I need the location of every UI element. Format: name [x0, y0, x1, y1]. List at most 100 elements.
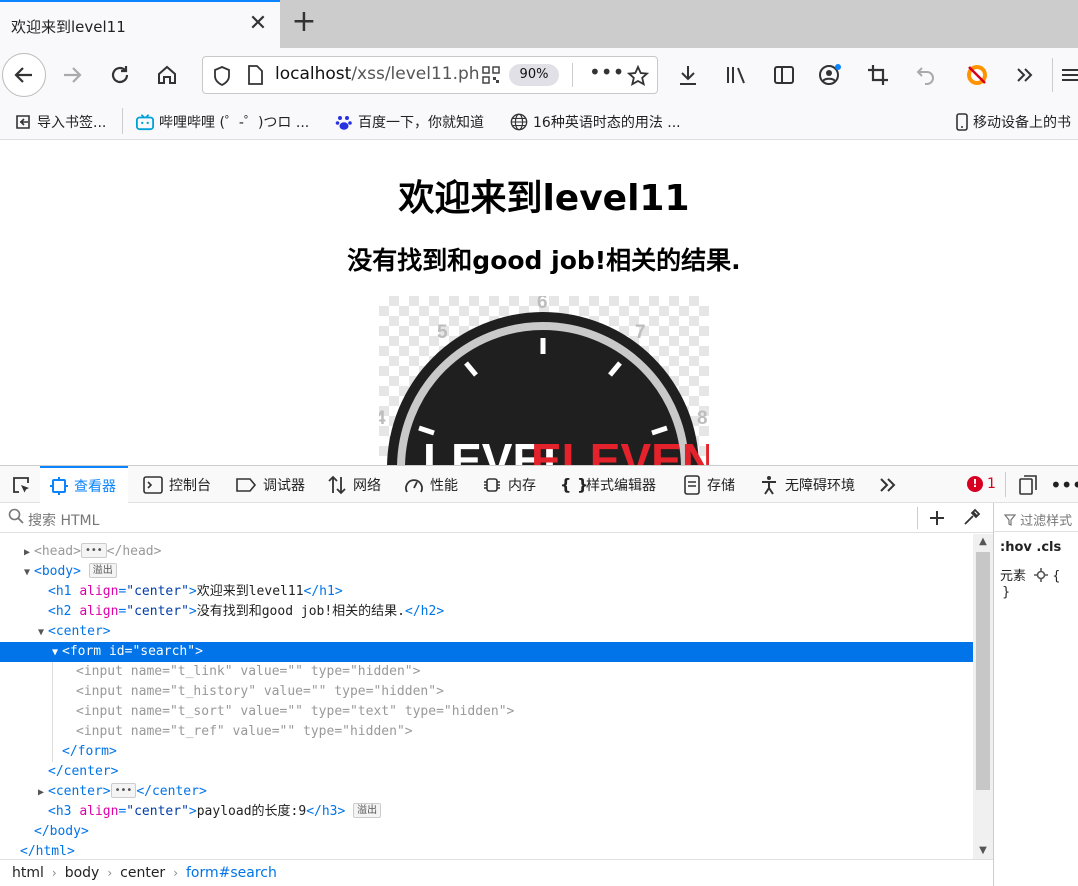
tree-row-input[interactable]: <input name="t_history" value="" type="h… [0, 682, 973, 702]
console-icon [143, 475, 163, 494]
collapse-arrow-icon[interactable]: ▼ [48, 643, 62, 663]
element-picker-button[interactable] [6, 466, 36, 503]
page-info-icon[interactable] [247, 65, 263, 85]
tree-row-center-close[interactable]: </center> [0, 762, 973, 782]
url-text[interactable]: localhost/xss/level11.ph [275, 64, 481, 84]
tab-memory[interactable]: 内存 [482, 466, 536, 503]
tree-row-center-collapsed[interactable]: ▶ <center> ••• </center> [0, 782, 973, 802]
bookmark-item[interactable]: 16种英语时态的用法 ... [510, 112, 681, 132]
page-viewport: 欢迎来到level11 没有找到和good job!相关的结果. 6 5 7 4… [0, 141, 1078, 465]
zoom-level[interactable]: 90% [509, 64, 559, 86]
qr-code-icon[interactable] [482, 66, 500, 84]
tab-label: 内存 [508, 477, 536, 494]
gear-icon[interactable] [1034, 568, 1049, 582]
url-host: localhost [275, 64, 352, 84]
bookmark-star-icon[interactable] [627, 65, 649, 87]
filter-styles-input[interactable]: 过滤样式 [1003, 510, 1072, 529]
accessibility-icon [762, 475, 776, 495]
more-tabs-button[interactable] [878, 466, 898, 503]
bookmark-item[interactable]: 导入书签... [14, 112, 106, 132]
account-icon [819, 64, 841, 85]
overflow-badge[interactable]: 溢出 [88, 563, 117, 578]
bookmark-item[interactable]: 移动设备上的书 [956, 112, 1071, 132]
url-bar[interactable]: localhost/xss/level11.ph 90% ••• [202, 56, 658, 94]
page-actions-icon[interactable]: ••• [589, 60, 624, 84]
expand-arrow-icon[interactable]: ▶ [34, 783, 48, 803]
collapsed-badge[interactable]: ••• [80, 543, 107, 558]
error-icon: ! [967, 476, 983, 492]
tree-row-html-close[interactable]: </html> [0, 842, 973, 859]
dock-button[interactable] [1018, 466, 1038, 503]
search-input[interactable]: 搜索 HTML [28, 510, 99, 530]
breadcrumb-item[interactable]: html [12, 865, 44, 881]
tab-label: 无障碍环境 [785, 477, 855, 494]
tab-storage[interactable]: 存储 [683, 466, 735, 503]
forward-button[interactable] [52, 48, 92, 102]
extension-button[interactable] [957, 48, 997, 102]
tab-debugger[interactable]: 调试器 [235, 466, 305, 503]
tree-row-head[interactable]: ▶ <head> ••• </head> [0, 542, 973, 562]
tree-row-form-close[interactable]: </form> [0, 742, 973, 762]
tree-row-body-close[interactable]: </body> [0, 822, 973, 842]
pseudo-class-toggle[interactable]: :hov .cls [1000, 540, 1061, 555]
scroll-down-icon[interactable]: ▼ [973, 843, 993, 859]
expand-arrow-icon[interactable]: ▶ [20, 543, 34, 563]
breadcrumb-item-current[interactable]: form#search [186, 865, 277, 881]
tree-row-h3[interactable]: <h3 align="center">payload的长度:9</h3> 溢出 [0, 802, 973, 822]
downloads-button[interactable] [668, 48, 708, 102]
shield-icon[interactable] [213, 66, 231, 86]
back-button[interactable] [2, 53, 46, 97]
tree-row-input[interactable]: <input name="t_ref" value="" type="hidde… [0, 722, 973, 742]
bookmark-item[interactable]: 哔哩哔哩 (゜-゜)つロ ... [136, 112, 309, 132]
tab-network[interactable]: 网络 [327, 466, 381, 503]
scroll-thumb[interactable] [976, 552, 990, 790]
tree-row-center[interactable]: ▼ <center> [0, 622, 973, 642]
overflow-badge[interactable]: 溢出 [353, 803, 382, 818]
reload-button[interactable] [100, 48, 140, 102]
markup-scrollbar[interactable]: ▲ ▼ [973, 534, 993, 859]
chevron-right-icon: › [173, 866, 178, 880]
tree-row-input[interactable]: <input name="t_sort" value="" type="text… [0, 702, 973, 722]
breadcrumb-item[interactable]: body [65, 865, 100, 881]
eyedropper-icon[interactable] [963, 508, 981, 526]
tab-performance[interactable]: 性能 [404, 466, 458, 503]
browser-tab[interactable]: 欢迎来到level11 ✕ [0, 0, 280, 48]
add-node-icon[interactable] [928, 509, 946, 527]
devtools-menu-icon[interactable]: ••• [1050, 466, 1078, 503]
breadcrumb-item[interactable]: center [120, 865, 165, 881]
app-menu-button[interactable] [1062, 48, 1078, 102]
screenshot-button[interactable] [858, 48, 898, 102]
collapsed-badge[interactable]: ••• [110, 783, 137, 798]
tab-inspector[interactable]: 查看器 [40, 466, 128, 503]
home-button[interactable] [147, 48, 187, 102]
bookmark-item[interactable]: 百度一下，你就知道 [335, 112, 484, 132]
tree-row-form-selected[interactable]: ▼ <form id="search"> [0, 642, 973, 662]
tree-row-h2[interactable]: <h2 align="center">没有找到和good job!相关的结果.<… [0, 602, 973, 622]
tab-console[interactable]: 控制台 [143, 466, 211, 503]
rules-sidebar: 过滤样式 :hov .cls 元素 { } [993, 503, 1078, 886]
bookmark-label: 导入书签... [37, 115, 107, 131]
html-search[interactable]: 搜索 HTML [0, 503, 993, 533]
tab-style-editor[interactable]: { } 样式编辑器 [560, 466, 656, 503]
new-tab-button[interactable]: + [288, 7, 320, 39]
error-count-badge[interactable]: ! 1 [967, 476, 996, 492]
library-button[interactable] [716, 48, 756, 102]
close-tab-icon[interactable]: ✕ [246, 12, 270, 36]
tab-label: 性能 [430, 477, 458, 494]
tab-accessibility[interactable]: 无障碍环境 [759, 466, 855, 503]
crop-icon [868, 65, 888, 85]
collapse-arrow-icon[interactable]: ▼ [20, 563, 34, 583]
scroll-up-icon[interactable]: ▲ [973, 534, 993, 550]
undo-button[interactable] [906, 48, 946, 102]
markup-tree: ▶ <head> ••• </head> ▼ <body> 溢出 <h1 align="… [0, 534, 973, 859]
tree-row-body[interactable]: ▼ <body> 溢出 [0, 562, 973, 582]
undo-icon [916, 67, 934, 85]
logo-text-eleven: ELEVEN [531, 434, 709, 465]
overflow-menu-button[interactable] [1005, 48, 1045, 102]
sidebar-button[interactable] [764, 48, 804, 102]
collapse-arrow-icon[interactable]: ▼ [34, 623, 48, 643]
tree-row-input[interactable]: <input name="t_link" value="" type="hidd… [0, 662, 973, 682]
tree-row-h1[interactable]: <h1 align="center">欢迎来到level11</h1> [0, 582, 973, 602]
bookmark-divider [122, 108, 123, 134]
account-button[interactable] [810, 48, 850, 102]
